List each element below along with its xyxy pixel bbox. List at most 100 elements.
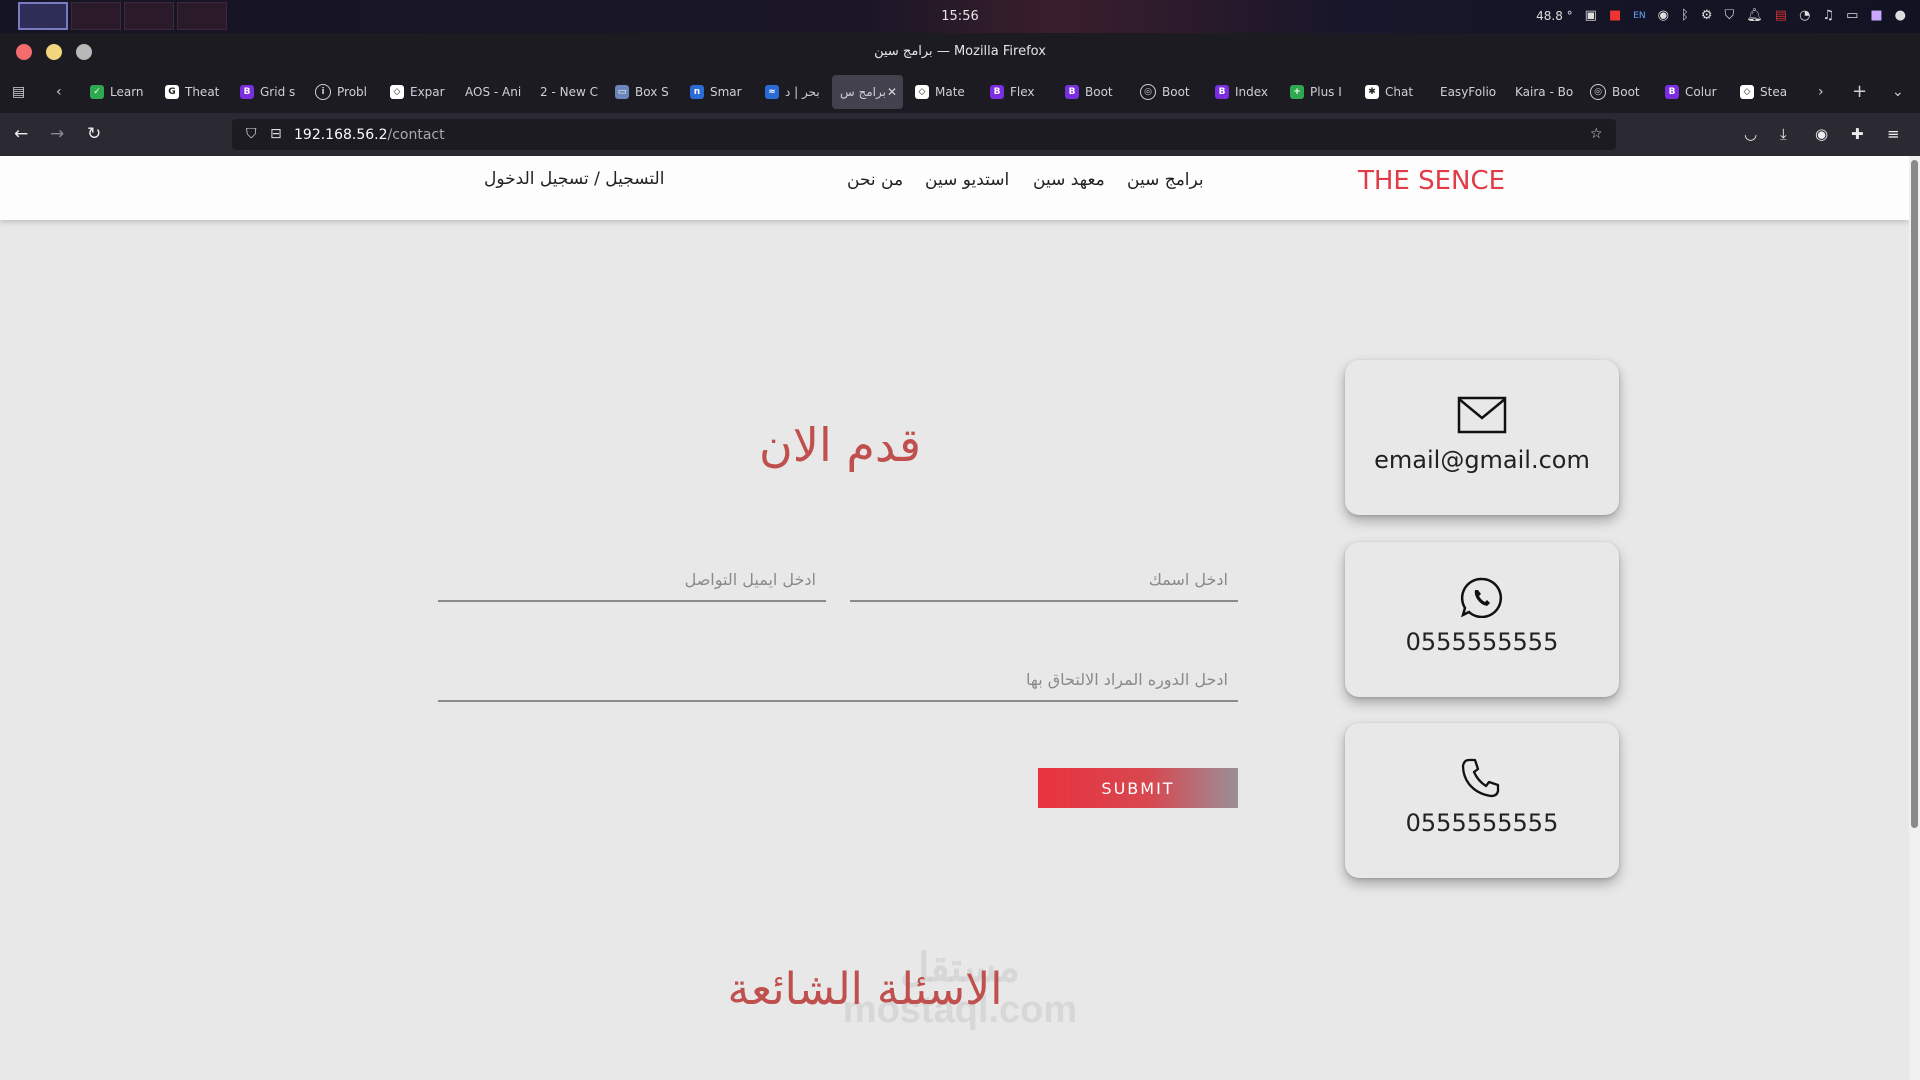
flag-us-icon[interactable]: ▤ [1775, 8, 1787, 24]
nav-link-institute[interactable]: معهد سين [1033, 170, 1105, 190]
tab-17[interactable]: ✱ Chat [1357, 75, 1432, 109]
shield-icon[interactable]: ⛉ [1724, 8, 1734, 24]
pocket-icon[interactable]: ◡ [1744, 125, 1757, 143]
temperature-readout[interactable]: 48.8 ° [1536, 9, 1573, 23]
tab-10[interactable]: برامج س ✕ [832, 75, 903, 109]
screenshot-icon[interactable]: ▣ [1585, 8, 1597, 24]
extensions-icon[interactable]: ✚ [1851, 125, 1864, 143]
tab-14[interactable]: ◎ Boot [1132, 75, 1207, 109]
tab-0[interactable]: ✓ Learn [82, 75, 157, 109]
tab-9[interactable]: ≈ بحر | د [757, 75, 832, 109]
tab-5[interactable]: AOS - Ani [457, 75, 532, 109]
bookmark-star-icon[interactable]: ☆ [1590, 126, 1603, 142]
contact-card-email[interactable]: email@gmail.com [1345, 360, 1619, 515]
tab-label: Chat [1385, 85, 1414, 99]
os-top-bar: 15:56 48.8 ° ▣ ■ EN ◉ ᛒ ⚙ ⛉ 🔔︎ ▤ ◔ ♫ ▭ ■… [0, 0, 1920, 33]
site-header: THE SENCE برامج سين معهد سين استديو سين … [0, 156, 1909, 220]
tab-2[interactable]: B Grid s [232, 75, 307, 109]
bell-icon[interactable]: 🔔︎ [1746, 8, 1763, 24]
email-input[interactable] [438, 558, 826, 602]
tab-strip: ▤ ‹ ✓ Learn G Theat B Grid s i Probl ◇ Expar AOS -… [0, 71, 1920, 113]
app-red-icon[interactable]: ■ [1609, 8, 1621, 24]
tab-15[interactable]: B Index [1207, 75, 1282, 109]
globe-icon: ◎ [1590, 84, 1606, 100]
lock-icon[interactable]: ⊟ [270, 126, 282, 142]
bootstrap-icon: B [240, 85, 254, 99]
name-input[interactable] [850, 558, 1238, 602]
envelope-icon [1457, 396, 1507, 434]
web-page: THE SENCE برامج سين معهد سين استديو سين … [0, 156, 1909, 1080]
codepen-icon: ◇ [1740, 85, 1754, 99]
tab-label: Probl [337, 85, 367, 99]
tab-12[interactable]: B Flex [982, 75, 1057, 109]
contact-phone-text: 0555555555 [1405, 809, 1559, 837]
bluetooth-icon[interactable]: ᛒ [1681, 8, 1689, 24]
url-bar[interactable]: ⛉ ⊟ 192.168.56.2/contact ☆ [232, 119, 1616, 150]
contact-email-text: email@gmail.com [1374, 446, 1590, 474]
contact-card-phone[interactable]: 0555555555 [1345, 723, 1619, 878]
back-icon[interactable]: ← [14, 124, 28, 144]
account-icon[interactable]: ◉ [1815, 125, 1828, 143]
tab-7[interactable]: ▭ Box S [607, 75, 682, 109]
page-scrollbar[interactable] [1909, 156, 1920, 1080]
clipboard-icon[interactable]: ▭ [1846, 8, 1858, 24]
close-tab-icon[interactable]: ✕ [887, 85, 897, 99]
tab-overview-icon[interactable]: ▤ [12, 84, 25, 100]
forward-icon[interactable]: → [50, 124, 64, 144]
nav-link-programs[interactable]: برامج سين [1127, 170, 1204, 190]
wifi-icon[interactable]: ◔ [1799, 8, 1810, 24]
globe-icon: ◎ [1140, 84, 1156, 100]
keyboard-layout[interactable]: EN [1633, 11, 1645, 21]
navigation-toolbar: ← → ↻ ⛉ ⊟ 192.168.56.2/contact ☆ ◡ ⤓ ◉ ✚… [0, 113, 1920, 156]
chatgpt-icon: ✱ [1365, 85, 1379, 99]
tab-label: 2 - New C [540, 85, 598, 99]
scroll-tabs-left-icon[interactable]: ‹ [56, 84, 62, 100]
url-text[interactable]: 192.168.56.2/contact [294, 127, 445, 143]
tab-8[interactable]: n Smar [682, 75, 757, 109]
tab-22[interactable]: ◇ Stea [1732, 75, 1807, 109]
url-path: /contact [387, 127, 445, 143]
nav-link-studio[interactable]: استديو سين [925, 170, 1009, 190]
discord-icon[interactable]: ◉ [1658, 8, 1669, 24]
tracking-shield-icon[interactable]: ⛉ [246, 126, 257, 142]
tab-label: Plus I [1310, 85, 1342, 99]
tab-19[interactable]: Kaira - Bo [1507, 75, 1582, 109]
tab-16[interactable]: + Plus I [1282, 75, 1357, 109]
course-input[interactable] [438, 658, 1238, 702]
codepen-icon: ◇ [915, 85, 929, 99]
downloads-icon[interactable]: ⤓ [1780, 125, 1787, 143]
music-icon[interactable]: ♫ [1822, 8, 1834, 24]
bootstrap-icon: B [990, 85, 1004, 99]
tab-13[interactable]: B Boot [1057, 75, 1132, 109]
list-all-tabs-icon[interactable]: ⌄ [1892, 84, 1904, 100]
user-icon[interactable]: ● [1895, 8, 1906, 24]
login-register-link[interactable]: التسجيل / تسجيل الدخول [484, 169, 664, 189]
new-tab-icon[interactable]: + [1852, 81, 1867, 102]
info-icon: i [315, 84, 331, 100]
tab-label: Theat [185, 85, 220, 99]
tab-18[interactable]: EasyFolio [1432, 75, 1507, 109]
tab-11[interactable]: ◇ Mate [907, 75, 982, 109]
menu-icon[interactable]: ≡ [1887, 125, 1900, 143]
tab-20[interactable]: ◎ Boot [1582, 75, 1657, 109]
tab-21[interactable]: B Colur [1657, 75, 1732, 109]
contact-card-whatsapp[interactable]: 0555555555 [1345, 542, 1619, 697]
tab-4[interactable]: ◇ Expar [382, 75, 457, 109]
reload-icon[interactable]: ↻ [87, 124, 101, 144]
scrollbar-thumb[interactable] [1911, 160, 1918, 828]
submit-button[interactable]: SUBMIT [1038, 768, 1238, 808]
scroll-tabs-right-icon[interactable]: › [1818, 84, 1824, 100]
box-icon: ▭ [615, 85, 629, 99]
bootstrap-icon: B [1065, 85, 1079, 99]
faq-title: الاسئلة الشائعة [727, 964, 1003, 1015]
tab-1[interactable]: G Theat [157, 75, 232, 109]
contact-whatsapp-text: 0555555555 [1405, 628, 1559, 656]
tab-6[interactable]: 2 - New C [532, 75, 607, 109]
gear-tray-icon[interactable]: ⚙ [1701, 8, 1713, 24]
tab-3[interactable]: i Probl [307, 75, 382, 109]
codepen-icon: ◇ [390, 85, 404, 99]
nav-link-about[interactable]: من نحن [847, 170, 903, 190]
site-brand[interactable]: THE SENCE [1358, 166, 1505, 196]
folder-icon[interactable]: ■ [1870, 8, 1882, 24]
bootstrap-icon: B [1665, 85, 1679, 99]
